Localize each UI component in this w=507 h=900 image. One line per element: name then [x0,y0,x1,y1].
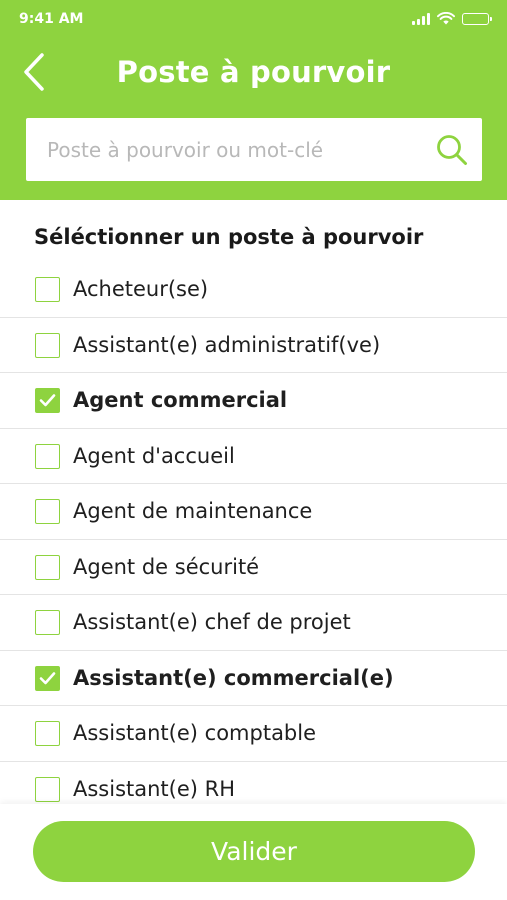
chevron-left-icon [24,53,44,91]
list-item[interactable]: Assistant(e) chef de projet [0,595,507,651]
checkbox[interactable] [35,443,60,469]
section-title: Séléctionner un poste à pourvoir [34,225,424,249]
battery-icon [462,12,492,25]
list-item-label: Agent de maintenance [73,499,313,523]
list-item-label: Agent de sécurité [73,554,260,579]
list-item[interactable]: Agent commercial [0,373,507,429]
list-item[interactable]: Assistant(e) RH [0,762,507,805]
checkbox[interactable] [35,610,60,635]
page-title: Poste à pourvoir [116,55,391,89]
checkmark-icon [39,671,56,684]
list-item[interactable]: Agent de maintenance [0,484,507,540]
search-icon[interactable] [436,134,468,166]
validate-button[interactable]: Valider [33,821,475,882]
list-item[interactable]: Assistant(e) comptable [0,706,507,762]
job-list: Acheteur(se) Assistant(e) administratif(v… [0,262,507,804]
checkbox[interactable] [35,554,60,580]
list-item[interactable]: Acheteur(se) [0,262,507,318]
header-bar: 9:41 AM Poste à pourvoir [0,0,507,200]
status-bar: 9:41 AM [0,0,507,40]
checkbox-checked[interactable] [35,665,60,691]
checkbox[interactable] [35,332,60,358]
checkbox[interactable] [35,776,60,802]
status-icons [412,12,492,25]
list-item-label: Assistant(e) administratif(ve) [73,332,381,357]
checkmark-icon [39,394,56,407]
list-item[interactable]: Agent de sécurité [0,540,507,595]
status-time: 9:41 AM [19,11,84,27]
search-box [26,118,482,181]
list-item-label: Assistant(e) comptable [73,721,317,745]
list-item-label: Assistant(e) commercial(e) [73,665,394,690]
list-item-label: Agent d'accueil [73,443,235,468]
list-item-label: Agent commercial [73,388,288,412]
list-item[interactable]: Agent d'accueil [0,429,507,484]
list-item[interactable]: Assistant(e) commercial(e) [0,651,507,706]
signal-icon [412,12,430,25]
list-item-label: Acheteur(se) [73,277,209,301]
checkbox-checked[interactable] [35,388,60,413]
search-input[interactable] [26,118,426,181]
list-item-label: Assistant(e) RH [73,776,236,801]
list-item-label: Assistant(e) chef de projet [73,610,351,634]
back-button[interactable] [18,52,52,92]
list-item[interactable]: Assistant(e) administratif(ve) [0,318,507,373]
checkbox[interactable] [35,721,60,746]
checkbox[interactable] [35,499,60,524]
checkbox[interactable] [35,277,60,302]
wifi-icon [437,12,455,25]
footer: Valider [0,804,507,900]
